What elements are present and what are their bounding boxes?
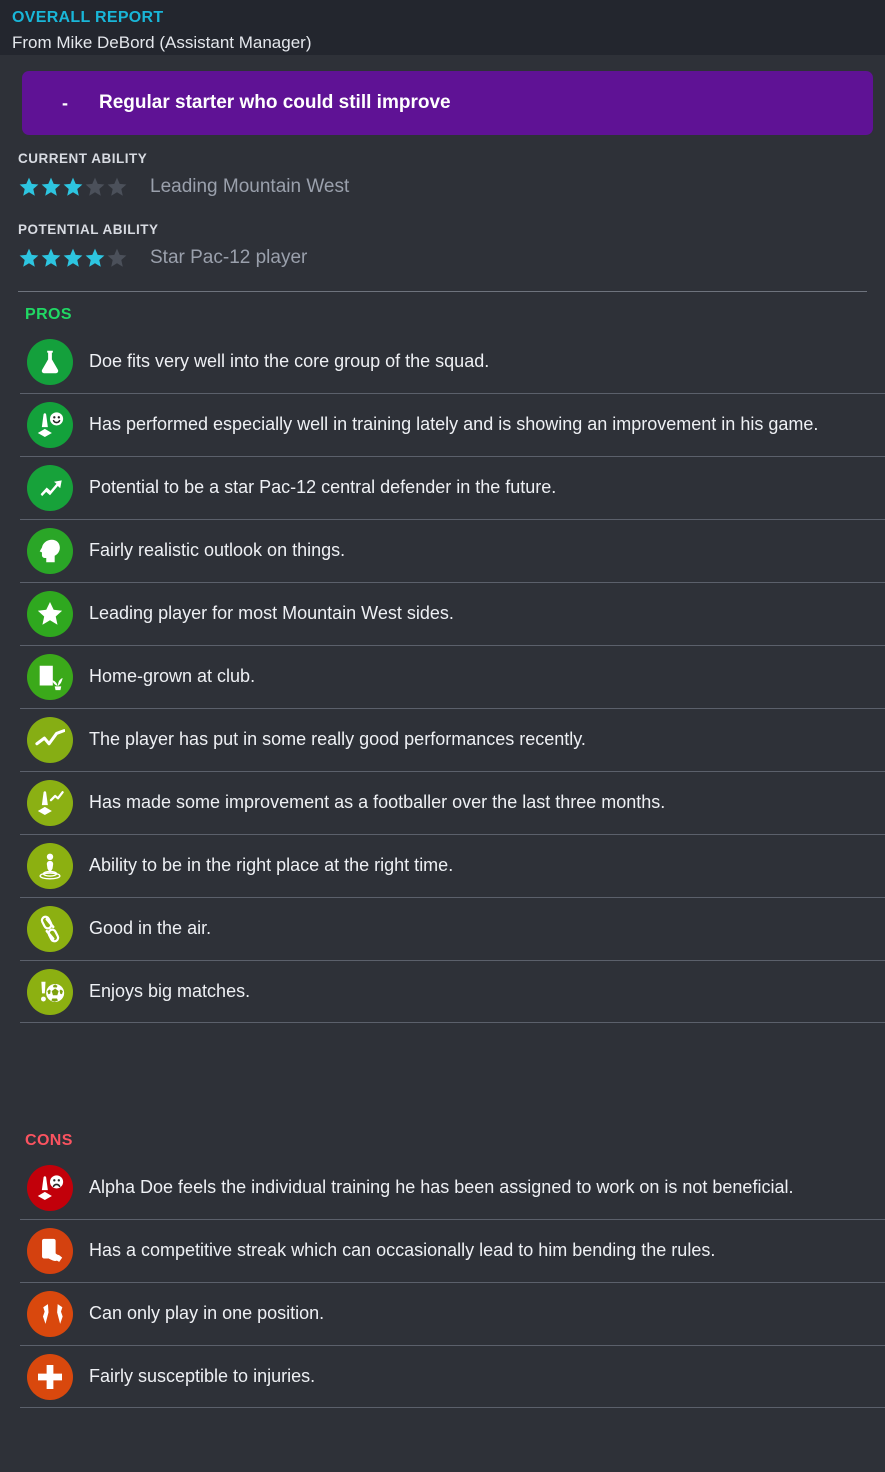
pros-list: Doe fits very well into the core group o… <box>0 330 885 1023</box>
star-icon <box>27 590 73 637</box>
form-graph-icon <box>27 716 73 763</box>
trait-text: The player has put in some really good p… <box>89 729 586 749</box>
trait-row[interactable]: Good in the air. <box>0 897 885 960</box>
star-filled-icon <box>41 248 61 267</box>
report-author: From Mike DeBord (Assistant Manager) <box>12 33 312 52</box>
trait-row[interactable]: Can only play in one position. <box>0 1282 885 1345</box>
positioning-icon <box>27 842 73 889</box>
verdict-bullet: - <box>62 92 68 113</box>
star-filled-icon <box>19 248 39 267</box>
injury-cross-icon <box>27 1353 73 1400</box>
position-arrows-icon <box>27 1290 73 1337</box>
star-filled-icon <box>85 248 105 267</box>
trait-row[interactable]: Has a competitive streak which can occas… <box>0 1219 885 1282</box>
trait-text: Potential to be a star Pac-12 central de… <box>89 477 557 497</box>
flask-icon <box>27 338 73 385</box>
trait-text: Can only play in one position. <box>89 1303 325 1323</box>
training-happy-icon <box>27 401 73 448</box>
potential-ability-stars <box>18 247 130 269</box>
ability-spacer <box>0 202 885 222</box>
verdict-banner[interactable]: - Regular starter who could still improv… <box>22 71 873 135</box>
trait-row[interactable]: Potential to be a star Pac-12 central de… <box>0 456 885 519</box>
cons-list: Alpha Doe feels the individual training … <box>0 1156 885 1408</box>
card-hand-icon <box>27 1227 73 1274</box>
trait-row[interactable]: Fairly realistic outlook on things. <box>0 519 885 582</box>
trait-row[interactable]: The player has put in some really good p… <box>0 708 885 771</box>
trait-row[interactable]: Alpha Doe feels the individual training … <box>0 1156 885 1219</box>
current-ability-label: CURRENT ABILITY <box>18 151 148 166</box>
verdict-banner-wrap: - Regular starter who could still improv… <box>0 55 885 135</box>
star-empty-icon <box>107 248 127 267</box>
star-filled-icon <box>63 248 83 267</box>
trait-text: Alpha Doe feels the individual training … <box>89 1177 794 1197</box>
trait-text: Has a competitive streak which can occas… <box>89 1240 716 1260</box>
star-filled-icon <box>41 177 61 196</box>
star-empty-icon <box>107 177 127 196</box>
trait-text: Ability to be in the right place at the … <box>89 855 454 875</box>
big-match-ball-icon <box>27 968 73 1015</box>
report-header: OVERALL REPORT From Mike DeBord (Assista… <box>0 0 885 55</box>
report-kicker: OVERALL REPORT <box>12 9 164 26</box>
trait-row[interactable]: Doe fits very well into the core group o… <box>0 330 885 393</box>
potential-ability-label: POTENTIAL ABILITY <box>18 222 159 237</box>
star-filled-icon <box>19 177 39 196</box>
star-empty-icon <box>85 177 105 196</box>
head-target-icon <box>27 527 73 574</box>
trait-text: Fairly realistic outlook on things. <box>89 540 346 560</box>
pros-title: PROS <box>25 306 72 323</box>
training-unhappy-icon <box>27 1164 73 1211</box>
trait-row[interactable]: Has performed especially well in trainin… <box>0 393 885 456</box>
trait-text: Enjoys big matches. <box>89 981 251 1001</box>
trait-text: Has performed especially well in trainin… <box>89 414 819 434</box>
current-ability-row: Leading Mountain West <box>0 172 885 202</box>
trait-row[interactable]: Ability to be in the right place at the … <box>0 834 885 897</box>
trait-text: Doe fits very well into the core group o… <box>89 351 490 371</box>
trait-text: Leading player for most Mountain West si… <box>89 603 454 623</box>
cons-title: CONS <box>25 1132 73 1149</box>
current-ability-stars <box>18 176 130 198</box>
potential-ability-row: Star Pac-12 player <box>0 243 885 273</box>
current-ability-description: Leading Mountain West <box>150 176 350 197</box>
trait-text: Has made some improvement as a footballe… <box>89 792 666 812</box>
trait-row[interactable]: Fairly susceptible to injuries. <box>0 1345 885 1408</box>
trait-row[interactable]: Enjoys big matches. <box>0 960 885 1023</box>
verdict-text: Regular starter who could still improve <box>99 92 451 113</box>
trend-up-arrow-icon <box>27 464 73 511</box>
trait-text: Fairly susceptible to injuries. <box>89 1366 316 1386</box>
star-filled-icon <box>63 177 83 196</box>
trait-text: Home-grown at club. <box>89 666 256 686</box>
trait-row[interactable]: Has made some improvement as a footballe… <box>0 771 885 834</box>
potential-ability-description: Star Pac-12 player <box>150 247 308 268</box>
heading-icon <box>27 905 73 952</box>
trait-text: Good in the air. <box>89 918 212 938</box>
trait-row[interactable]: Home-grown at club. <box>0 645 885 708</box>
homegrown-plant-icon <box>27 653 73 700</box>
trait-row[interactable]: Leading player for most Mountain West si… <box>0 582 885 645</box>
training-progress-icon <box>27 779 73 826</box>
ability-ratings: CURRENT ABILITY Leading Mountain West PO… <box>0 135 885 273</box>
